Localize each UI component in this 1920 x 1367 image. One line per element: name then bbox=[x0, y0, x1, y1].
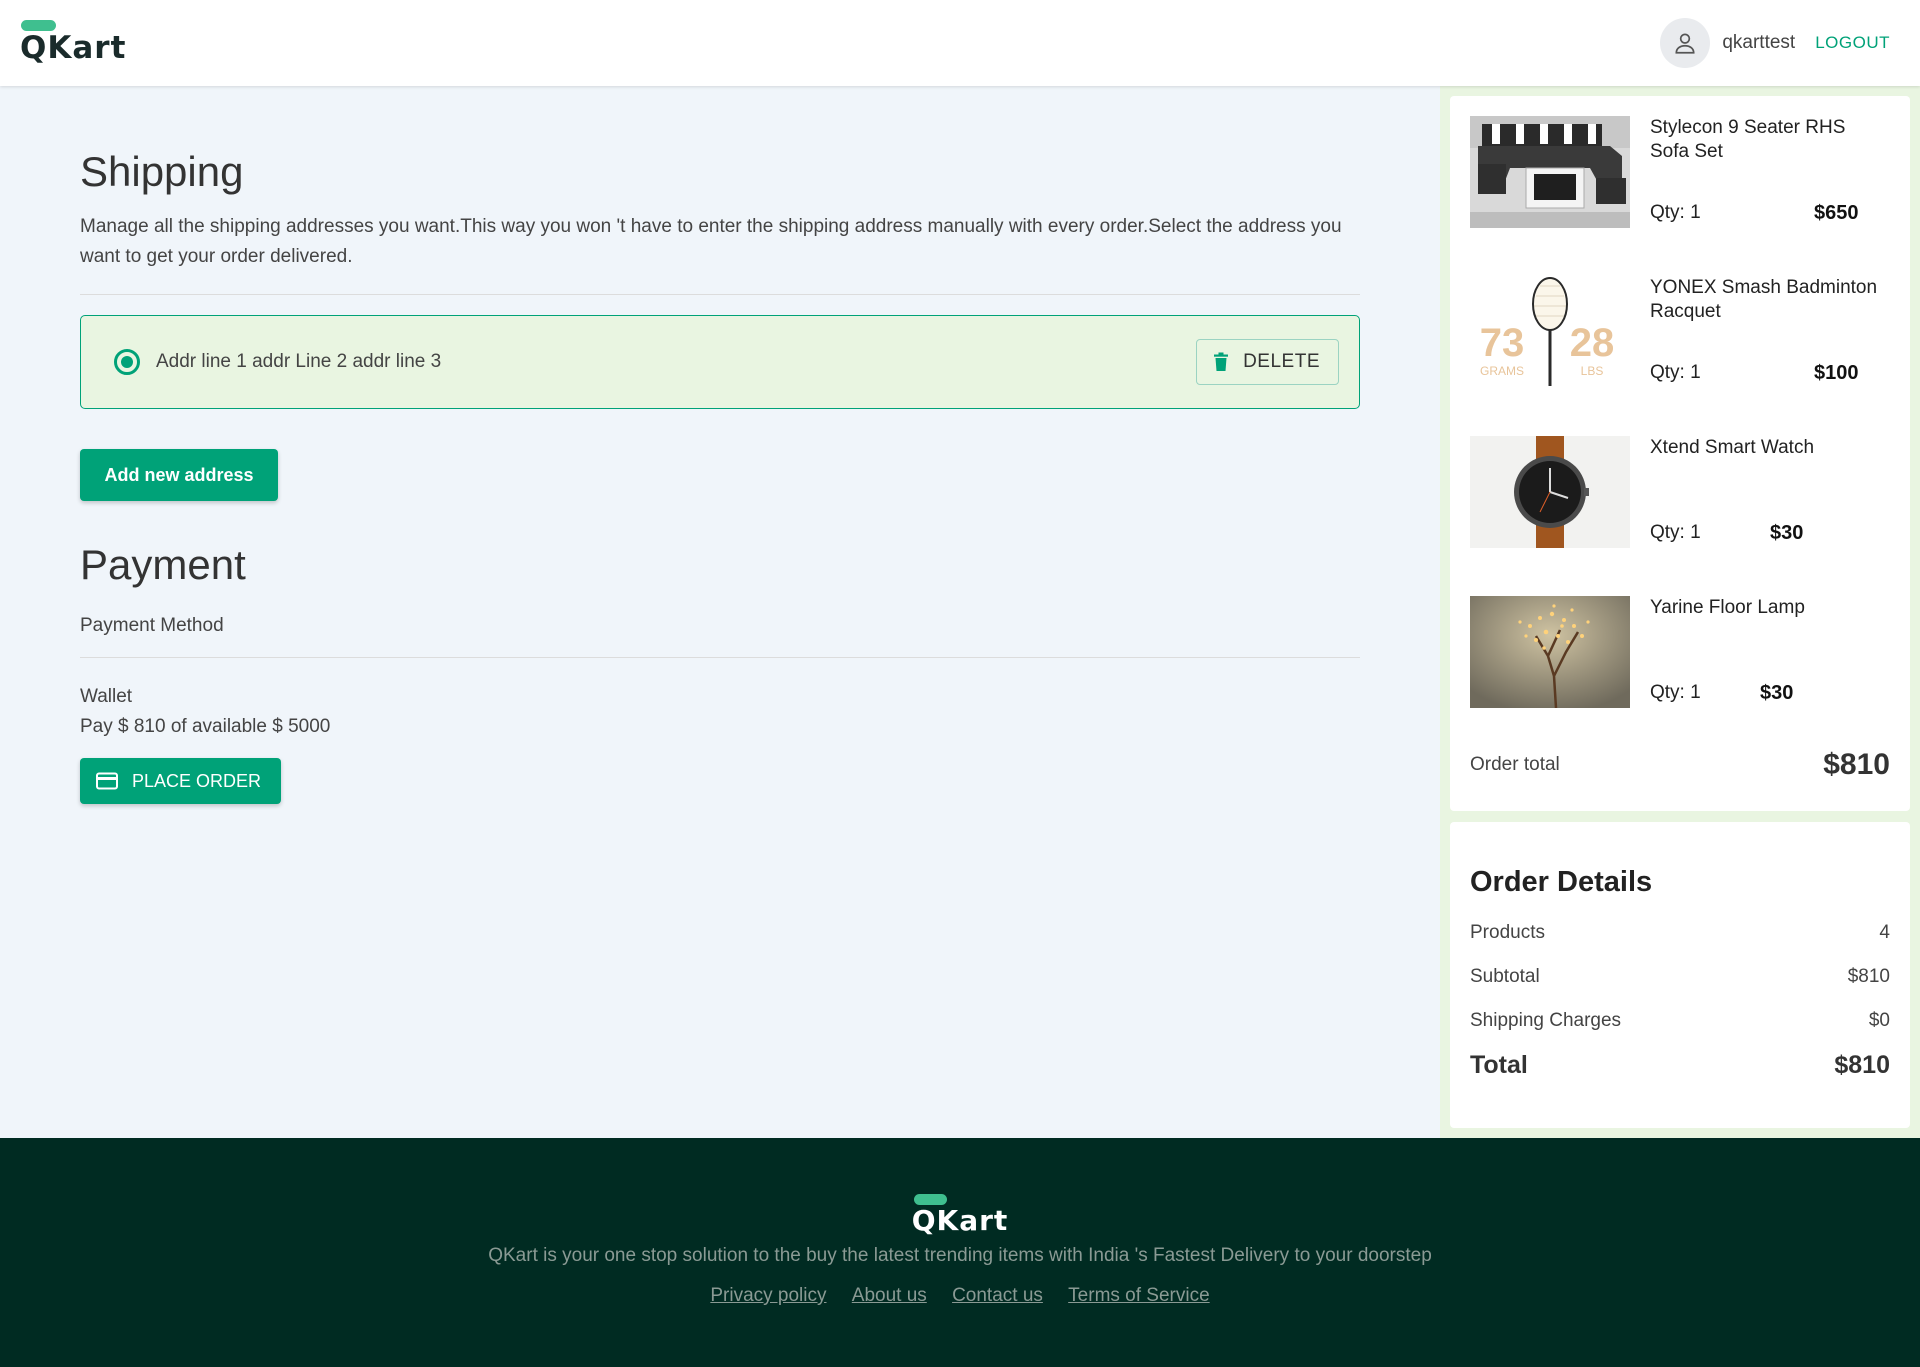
about-us-link[interactable]: About us bbox=[852, 1285, 927, 1306]
racquet-image: 73 GRAMS 28 LBS bbox=[1470, 276, 1630, 388]
place-order-button[interactable]: PLACE ORDER bbox=[80, 758, 282, 804]
cart-item: Yarine Floor Lamp Qty: 1 $30 bbox=[1470, 596, 1890, 708]
cart-item: 73 GRAMS 28 LBS YONEX Smash Badminton Ra… bbox=[1470, 276, 1890, 388]
detail-row-total: Total $810 bbox=[1470, 1051, 1890, 1079]
order-total-label: Order total bbox=[1470, 754, 1560, 775]
image-label-28: 28 bbox=[1570, 321, 1615, 365]
cart-item: Xtend Smart Watch Qty: 1 $30 bbox=[1470, 436, 1890, 548]
user-menu: qkarttest LOGOUT bbox=[1660, 18, 1890, 68]
lamp-image bbox=[1470, 596, 1630, 708]
place-order-label: PLACE ORDER bbox=[132, 770, 262, 791]
detail-value: 4 bbox=[1879, 922, 1890, 943]
item-name: Xtend Smart Watch bbox=[1650, 437, 1815, 458]
radio-dot-icon bbox=[121, 356, 133, 368]
contact-us-link[interactable]: Contact us bbox=[952, 1285, 1043, 1306]
detail-label: Products bbox=[1470, 922, 1545, 943]
detail-row-subtotal: Subtotal $810 bbox=[1470, 963, 1890, 991]
image-label-lbs: LBS bbox=[1581, 364, 1604, 378]
item-price: $100 bbox=[1814, 362, 1859, 384]
shipping-title: Shipping bbox=[80, 148, 244, 195]
item-price: $30 bbox=[1760, 682, 1794, 704]
cart-item: Stylecon 9 Seater RHS Sofa Set Qty: 1 $6… bbox=[1470, 116, 1890, 228]
add-new-address-button[interactable]: Add new address bbox=[80, 449, 278, 501]
image-label-grams: GRAMS bbox=[1480, 364, 1524, 378]
order-sidebar: Stylecon 9 Seater RHS Sofa Set Qty: 1 $6… bbox=[1440, 86, 1920, 1138]
divider bbox=[80, 657, 1360, 658]
image-label-73: 73 bbox=[1480, 321, 1525, 365]
order-details-title: Order Details bbox=[1470, 866, 1653, 898]
detail-label: Subtotal bbox=[1470, 966, 1540, 987]
detail-value: $0 bbox=[1868, 1010, 1890, 1031]
item-name: Stylecon 9 Seater RHS Sofa Set bbox=[1650, 117, 1846, 162]
checkout-main: Shipping Manage all the shipping address… bbox=[80, 86, 1360, 804]
delete-label: DELETE bbox=[1243, 351, 1320, 372]
address-radio[interactable] bbox=[114, 349, 140, 375]
order-total-row: Order total $810 bbox=[1470, 748, 1890, 782]
detail-label: Shipping Charges bbox=[1470, 1010, 1622, 1031]
address-text: Addr line 1 addr Line 2 addr line 3 bbox=[156, 351, 442, 372]
logo-text: QKart bbox=[20, 30, 127, 66]
avatar[interactable] bbox=[1660, 18, 1711, 68]
order-total-value: $810 bbox=[1823, 748, 1890, 781]
wallet-label: Wallet bbox=[80, 686, 133, 707]
logo-pill-icon bbox=[21, 20, 56, 31]
item-price: $30 bbox=[1770, 522, 1804, 544]
item-price: $650 bbox=[1814, 202, 1859, 224]
delete-address-button[interactable]: DELETE bbox=[1196, 339, 1339, 385]
qkart-logo[interactable]: QKart bbox=[20, 20, 126, 66]
footer-logo: QKart bbox=[912, 1194, 1009, 1237]
total-label: Total bbox=[1470, 1051, 1528, 1079]
credit-card-icon bbox=[96, 772, 118, 790]
shipping-description: Manage all the shipping addresses you wa… bbox=[80, 216, 1342, 267]
detail-value: $810 bbox=[1847, 966, 1890, 987]
cart-summary: Stylecon 9 Seater RHS Sofa Set Qty: 1 $6… bbox=[1450, 96, 1910, 811]
wallet-info: Wallet Pay $ 810 of available $ 5000 bbox=[80, 682, 1360, 742]
detail-row-products: Products 4 bbox=[1470, 919, 1890, 947]
item-qty: Qty: 1 bbox=[1650, 362, 1701, 383]
item-name: YONEX Smash Badminton Racquet bbox=[1650, 277, 1878, 322]
footer: QKart QKart is your one stop solution to… bbox=[0, 1138, 1920, 1367]
wallet-balance-text: Pay $ 810 of available $ 5000 bbox=[80, 716, 331, 737]
detail-row-shipping: Shipping Charges $0 bbox=[1470, 1007, 1890, 1035]
item-qty: Qty: 1 bbox=[1650, 202, 1701, 223]
privacy-policy-link[interactable]: Privacy policy bbox=[710, 1285, 826, 1306]
item-qty: Qty: 1 bbox=[1650, 522, 1701, 543]
payment-method-label: Payment Method bbox=[80, 615, 224, 636]
footer-links: Privacy policy About us Contact us Terms… bbox=[0, 1285, 1920, 1307]
user-icon bbox=[1675, 33, 1695, 54]
address-item[interactable]: Addr line 1 addr Line 2 addr line 3 DELE… bbox=[80, 315, 1360, 409]
trash-icon bbox=[1214, 352, 1229, 371]
divider bbox=[80, 294, 1360, 295]
logout-button[interactable]: LOGOUT bbox=[1815, 33, 1890, 53]
terms-of-service-link[interactable]: Terms of Service bbox=[1068, 1285, 1209, 1306]
app-header: QKart qkarttest LOGOUT bbox=[0, 0, 1920, 86]
item-name: Yarine Floor Lamp bbox=[1650, 597, 1805, 618]
watch-image bbox=[1470, 436, 1630, 548]
logo-pill-icon bbox=[913, 1194, 947, 1205]
footer-tagline: QKart is your one stop solution to the b… bbox=[488, 1245, 1432, 1266]
footer-logo-text: QKart bbox=[911, 1204, 1009, 1237]
item-qty: Qty: 1 bbox=[1650, 682, 1701, 703]
order-details: Order Details Products 4 Subtotal $810 S… bbox=[1450, 822, 1910, 1128]
total-value: $810 bbox=[1834, 1051, 1890, 1079]
sofa-image bbox=[1470, 116, 1630, 228]
payment-title: Payment bbox=[80, 541, 246, 588]
username: qkarttest bbox=[1722, 32, 1796, 53]
